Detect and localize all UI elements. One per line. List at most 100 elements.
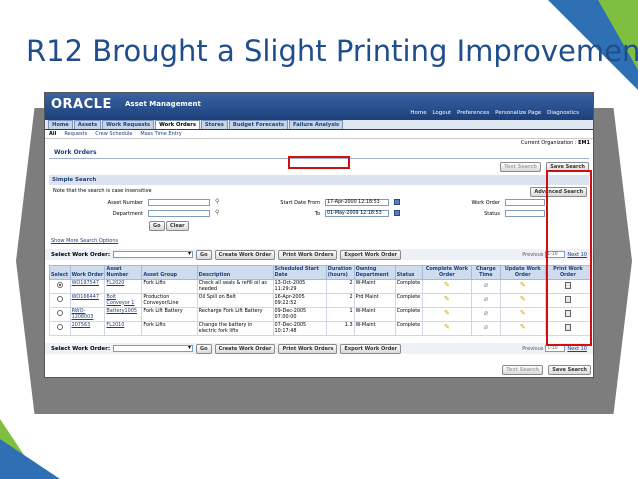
select-work-order-dropdown[interactable] <box>113 250 194 258</box>
update-work-order-icon[interactable]: ✎ <box>520 295 526 303</box>
search-icon[interactable]: ⚲ <box>215 209 219 216</box>
tab-work-orders[interactable]: Work Orders <box>155 120 200 129</box>
select-work-order-dropdown[interactable] <box>113 344 194 352</box>
update-work-order-icon[interactable]: ✎ <box>520 309 526 317</box>
app-header: ORACLE Asset Management Home Logout Pref… <box>45 93 593 120</box>
work-order-link[interactable]: 207563 <box>72 322 91 328</box>
duration-cell: 1.3 <box>325 321 355 336</box>
column-header[interactable]: Owning Department <box>353 265 396 280</box>
tab-home[interactable]: Home <box>48 120 73 129</box>
asset-group-cell: Fork Lift Battery <box>141 307 198 322</box>
row-select-radio[interactable] <box>56 282 63 289</box>
calendar-icon[interactable] <box>394 199 400 205</box>
charge-time-icon[interactable]: ⌀ <box>484 323 488 331</box>
calendar-icon[interactable] <box>394 210 400 216</box>
asset-number-link[interactable]: Battery1005 <box>106 308 137 314</box>
global-link-home[interactable]: Home <box>410 110 426 116</box>
update-work-order-icon[interactable]: ✎ <box>520 281 526 289</box>
row-select-radio[interactable] <box>56 310 63 317</box>
start-date-from-label: Start Date From <box>280 200 320 206</box>
tab-stores[interactable]: Stores <box>200 120 228 129</box>
text-search-button[interactable]: Text Search <box>500 162 541 172</box>
slide-title: R12 Brought a Slight Printing Improvemen… <box>26 34 638 68</box>
main-tabs: Home Assets Work Requests Work Orders St… <box>45 120 593 130</box>
go-button[interactable]: Go <box>196 343 212 354</box>
charge-time-icon[interactable]: ⌀ <box>484 309 488 317</box>
asset-number-label: Asset Number <box>107 200 143 206</box>
text-search-button[interactable]: Text Search <box>502 365 543 375</box>
complete-work-order-icon[interactable]: ✎ <box>444 309 450 317</box>
range-select[interactable]: 1-10 <box>545 345 566 352</box>
subtab-mass-time-entry[interactable]: Mass Time Entry <box>140 131 181 137</box>
oracle-logo: ORACLE <box>51 97 112 112</box>
status-select[interactable] <box>505 210 545 217</box>
charge-time-icon[interactable]: ⌀ <box>484 295 488 303</box>
export-work-order-button[interactable]: Export Work Order <box>340 249 402 260</box>
table-header-row: Select Work Order Asset Number Asset Gro… <box>49 265 592 280</box>
asset-number-link[interactable]: FL2020 <box>106 280 124 286</box>
column-header[interactable]: Description <box>196 265 274 280</box>
work-order-link[interactable]: WO197547 <box>72 280 99 286</box>
go-button[interactable]: Go <box>149 221 165 231</box>
work-order-input[interactable] <box>505 199 545 206</box>
asset-number-input[interactable] <box>148 199 210 206</box>
global-link-personalize[interactable]: Personalize Page <box>495 110 541 116</box>
tab-budget-forecasts[interactable]: Budget Forecasts <box>228 120 288 129</box>
global-link-logout[interactable]: Logout <box>432 110 451 116</box>
update-work-order-icon[interactable]: ✎ <box>520 323 526 331</box>
row-select-radio[interactable] <box>56 324 63 331</box>
to-date-label: To <box>314 211 320 217</box>
go-button[interactable]: Go <box>196 249 212 260</box>
asset-number-link[interactable]: Bolt Conveyor 1 <box>106 294 134 306</box>
global-link-diagnostics[interactable]: Diagnostics <box>547 110 579 116</box>
tab-work-requests[interactable]: Work Requests <box>102 120 155 129</box>
duration-cell: 2 <box>325 293 355 308</box>
complete-work-order-icon[interactable]: ✎ <box>444 323 450 331</box>
tab-failure-analysis[interactable]: Failure Analysis <box>288 120 344 129</box>
column-header[interactable]: Scheduled Start Date <box>272 265 327 280</box>
department-cell: W-Maint <box>353 321 396 336</box>
org-value: EM1 <box>578 140 590 146</box>
description-cell: Check all seals & refill oil as needed <box>196 279 274 294</box>
clear-button[interactable]: Clear <box>166 221 189 231</box>
print-work-orders-button[interactable]: Print Work Orders <box>278 249 338 260</box>
charge-time-icon[interactable]: ⌀ <box>484 281 488 289</box>
work-order-link[interactable]: WO166447 <box>72 294 99 300</box>
column-header[interactable]: Asset Group <box>141 265 198 280</box>
complete-work-order-icon[interactable]: ✎ <box>444 295 450 303</box>
global-links: Home Logout Preferences Personalize Page… <box>406 110 579 116</box>
subtab-requests[interactable]: Requests <box>64 131 87 137</box>
table-row: RWO-1208003 Battery1005 Fork Lift Batter… <box>49 307 592 322</box>
create-work-order-button[interactable]: Create Work Order <box>214 343 276 354</box>
slide: R12 Brought a Slight Printing Improvemen… <box>0 0 638 479</box>
work-order-link[interactable]: RWO-1208003 <box>72 308 94 320</box>
previous-link[interactable]: Previous <box>522 252 543 258</box>
show-more-search-options-link[interactable]: Show More Search Options <box>51 238 118 244</box>
start-date-from-input[interactable]: 17-Apr-2000 12:18:53 <box>325 199 389 206</box>
start-date-cell: 13-Oct-2005 11:29:29 <box>272 279 327 294</box>
column-header[interactable]: Status <box>394 265 423 280</box>
column-header[interactable]: Asset Number <box>104 265 143 280</box>
column-header[interactable]: Duration (hours) <box>325 265 355 280</box>
asset-number-link[interactable]: FL2010 <box>106 322 124 328</box>
create-work-order-button[interactable]: Create Work Order <box>214 249 276 260</box>
next-link[interactable]: Next 10 <box>567 346 587 352</box>
subtab-crew-schedule[interactable]: Crew Schedule <box>95 131 132 137</box>
complete-work-order-icon[interactable]: ✎ <box>444 281 450 289</box>
search-icon[interactable]: ⚲ <box>215 198 219 205</box>
start-date-cell: 07-Dec-2005 10:17:48 <box>272 321 327 336</box>
subtab-all[interactable]: All <box>49 131 56 137</box>
export-work-order-button[interactable]: Export Work Order <box>340 343 402 354</box>
column-header[interactable]: Work Order <box>69 265 106 280</box>
department-input[interactable] <box>148 210 210 217</box>
column-header[interactable]: Select <box>49 265 71 280</box>
department-cell: W-Maint <box>353 279 396 294</box>
status-cell: Complete <box>394 293 423 308</box>
row-select-radio[interactable] <box>56 296 63 303</box>
save-search-button[interactable]: Save Search <box>548 365 591 375</box>
global-link-preferences[interactable]: Preferences <box>457 110 489 116</box>
previous-link[interactable]: Previous <box>522 346 543 352</box>
print-work-orders-button[interactable]: Print Work Orders <box>278 343 338 354</box>
tab-assets[interactable]: Assets <box>73 120 102 129</box>
to-date-input[interactable]: 01-May-2009 12:18:53 <box>325 210 389 217</box>
